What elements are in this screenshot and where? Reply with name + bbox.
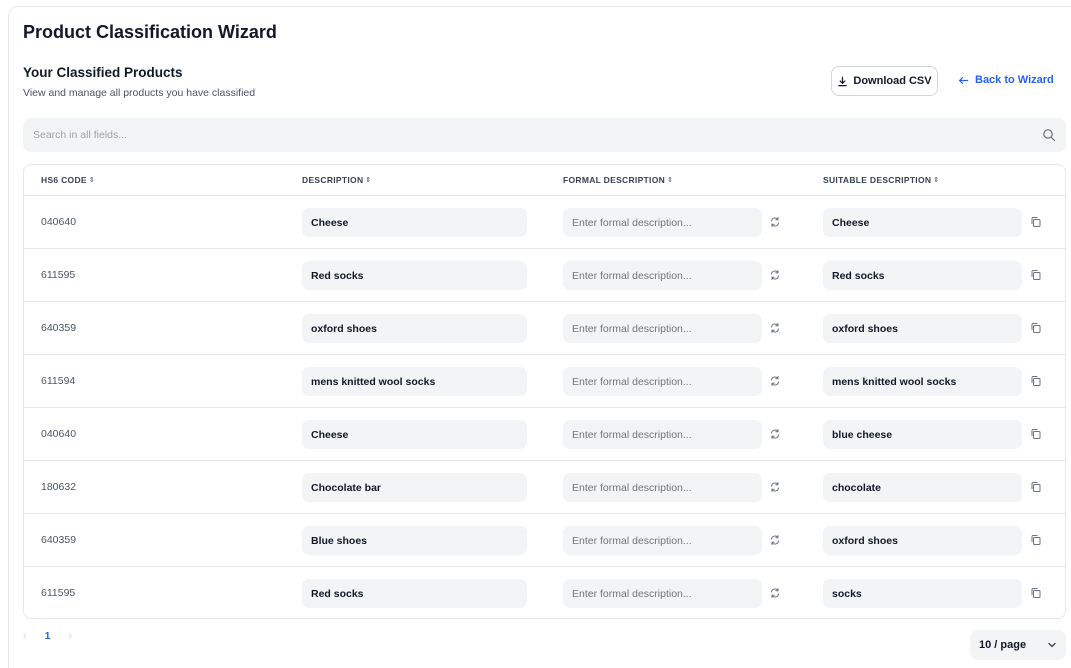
- suitable-description-field[interactable]: mens knitted wool socks: [823, 367, 1022, 396]
- formal-description-input[interactable]: [563, 208, 762, 237]
- sort-icon: ⇕: [667, 177, 674, 184]
- download-icon: [838, 76, 848, 86]
- formal-description-input[interactable]: [563, 473, 762, 502]
- search-icon[interactable]: [1042, 128, 1056, 142]
- refresh-icon[interactable]: [769, 587, 781, 599]
- description-field[interactable]: Blue shoes: [302, 526, 527, 555]
- hs6-code-cell: 640359: [41, 534, 77, 546]
- table-row: 611595 Red socks Red socks: [24, 249, 1065, 302]
- hs6-code-cell: 040640: [41, 428, 77, 440]
- refresh-icon[interactable]: [769, 534, 781, 546]
- refresh-icon[interactable]: [769, 428, 781, 440]
- table-row: 040640 Cheese Cheese: [24, 196, 1065, 249]
- prev-page-icon[interactable]: ‹: [23, 630, 27, 642]
- formal-description-input[interactable]: [563, 420, 762, 449]
- arrow-left-icon: [958, 76, 969, 84]
- description-field[interactable]: Cheese: [302, 420, 527, 449]
- formal-description-input[interactable]: [563, 579, 762, 608]
- table-row: 611595 Red socks socks: [24, 567, 1065, 618]
- header-description-label: DESCRIPTION: [302, 175, 364, 185]
- suitable-description-field[interactable]: blue cheese: [823, 420, 1022, 449]
- hs6-code-cell: 640359: [41, 322, 77, 334]
- search-bar: [23, 118, 1066, 152]
- products-table: HS6 CODE ⇕ DESCRIPTION ⇕ FORMAL DESCRIPT…: [23, 164, 1066, 619]
- table-row: 180632 Chocolate bar chocolate: [24, 461, 1065, 514]
- header-hs6-code[interactable]: HS6 CODE ⇕: [41, 175, 95, 185]
- refresh-icon[interactable]: [769, 481, 781, 493]
- description-field[interactable]: mens knitted wool socks: [302, 367, 527, 396]
- copy-icon[interactable]: [1030, 216, 1042, 228]
- table-row: 640359 oxford shoes oxford shoes: [24, 302, 1065, 355]
- sort-icon: ⇕: [365, 177, 372, 184]
- chevron-down-icon: [1048, 642, 1056, 648]
- section-title: Your Classified Products: [23, 65, 183, 80]
- copy-icon[interactable]: [1030, 375, 1042, 387]
- copy-icon[interactable]: [1030, 481, 1042, 493]
- suitable-description-field[interactable]: Cheese: [823, 208, 1022, 237]
- suitable-description-field[interactable]: oxford shoes: [823, 314, 1022, 343]
- page-size-label: 10 / page: [979, 639, 1027, 651]
- pagination: ‹ 1 ›: [23, 630, 72, 642]
- copy-icon[interactable]: [1030, 322, 1042, 334]
- copy-icon[interactable]: [1030, 428, 1042, 440]
- refresh-icon[interactable]: [769, 269, 781, 281]
- header-suitable-description[interactable]: SUITABLE DESCRIPTION ⇕: [823, 175, 940, 185]
- suitable-description-field[interactable]: Red socks: [823, 261, 1022, 290]
- section-subtitle: View and manage all products you have cl…: [23, 87, 256, 99]
- description-field[interactable]: Chocolate bar: [302, 473, 527, 502]
- header-description[interactable]: DESCRIPTION ⇕: [302, 175, 372, 185]
- copy-icon[interactable]: [1030, 269, 1042, 281]
- back-to-wizard-label: Back to Wizard: [975, 74, 1054, 86]
- table-row: 611594 mens knitted wool socks mens knit…: [24, 355, 1065, 408]
- hs6-code-cell: 611595: [41, 587, 76, 599]
- header-suitable-description-label: SUITABLE DESCRIPTION: [823, 175, 932, 185]
- next-page-icon[interactable]: ›: [69, 630, 73, 642]
- description-field[interactable]: oxford shoes: [302, 314, 527, 343]
- suitable-description-field[interactable]: oxford shoes: [823, 526, 1022, 555]
- header-formal-description-label: FORMAL DESCRIPTION: [563, 175, 666, 185]
- page-number[interactable]: 1: [45, 630, 51, 642]
- formal-description-input[interactable]: [563, 367, 762, 396]
- header-hs6-code-label: HS6 CODE: [41, 175, 87, 185]
- page-size-select[interactable]: 10 / page: [970, 630, 1066, 660]
- hs6-code-cell: 611594: [41, 375, 76, 387]
- download-csv-button[interactable]: Download CSV: [831, 66, 938, 96]
- search-input[interactable]: [33, 129, 1042, 141]
- formal-description-input[interactable]: [563, 261, 762, 290]
- suitable-description-field[interactable]: chocolate: [823, 473, 1022, 502]
- refresh-icon[interactable]: [769, 322, 781, 334]
- formal-description-input[interactable]: [563, 314, 762, 343]
- table-row: 640359 Blue shoes oxford shoes: [24, 514, 1065, 567]
- header-formal-description[interactable]: FORMAL DESCRIPTION ⇕: [563, 175, 673, 185]
- refresh-icon[interactable]: [769, 375, 781, 387]
- table-row: 040640 Cheese blue cheese: [24, 408, 1065, 461]
- sort-icon: ⇕: [933, 177, 940, 184]
- hs6-code-cell: 040640: [41, 216, 77, 228]
- formal-description-input[interactable]: [563, 526, 762, 555]
- description-field[interactable]: Red socks: [302, 579, 527, 608]
- suitable-description-field[interactable]: socks: [823, 579, 1022, 608]
- copy-icon[interactable]: [1030, 587, 1042, 599]
- download-csv-label: Download CSV: [853, 75, 932, 87]
- description-field[interactable]: Cheese: [302, 208, 527, 237]
- refresh-icon[interactable]: [769, 216, 781, 228]
- hs6-code-cell: 611595: [41, 269, 76, 281]
- page-title: Product Classification Wizard: [23, 22, 277, 42]
- sort-icon: ⇕: [88, 177, 96, 184]
- description-field[interactable]: Red socks: [302, 261, 527, 290]
- hs6-code-cell: 180632: [41, 481, 77, 493]
- table-header: HS6 CODE ⇕ DESCRIPTION ⇕ FORMAL DESCRIPT…: [24, 165, 1065, 196]
- copy-icon[interactable]: [1030, 534, 1042, 546]
- back-to-wizard-link[interactable]: Back to Wizard: [958, 74, 1054, 86]
